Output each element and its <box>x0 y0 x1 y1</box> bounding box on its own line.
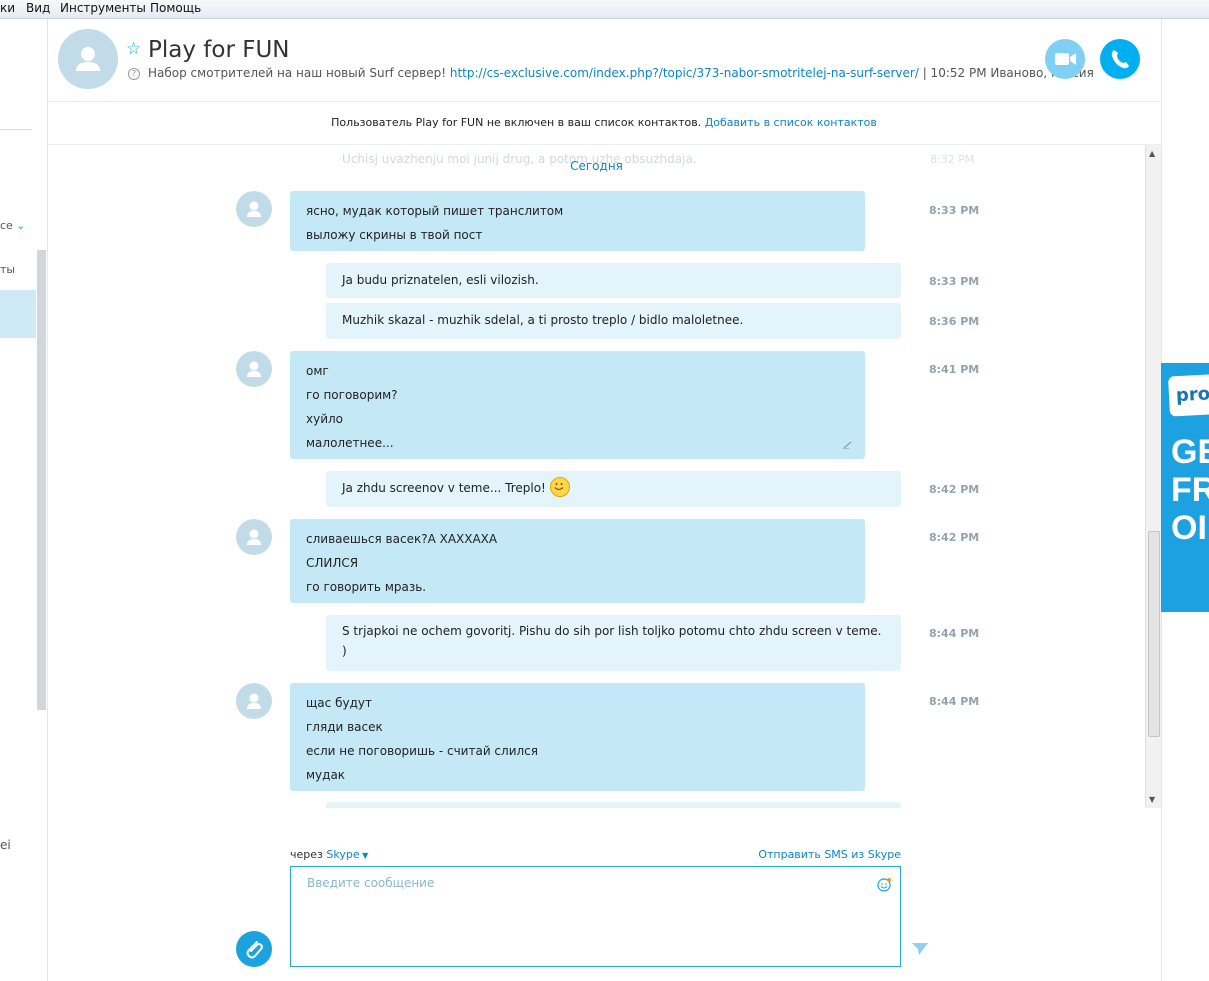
notice-text: Пользователь Play for FUN не включен в в… <box>331 116 702 129</box>
chat-scrollbar[interactable]: ▲ ▼ <box>1145 145 1161 808</box>
caret-down-icon[interactable]: ▼ <box>360 851 368 860</box>
video-camera-icon <box>1055 53 1076 65</box>
person-icon <box>247 201 261 217</box>
menu-bar: ки Вид Инструменты Помощь <box>0 0 1209 19</box>
sidebar-contact-label[interactable]: ei <box>0 838 11 852</box>
sender-avatar[interactable] <box>236 683 272 719</box>
favorite-star-icon[interactable]: ☆ <box>126 39 141 59</box>
mood-text: Набор смотрителей на наш новый Surf серв… <box>148 66 447 80</box>
message-bubble-incoming[interactable]: ясно, мудак который пишет транслитом выл… <box>290 191 865 251</box>
video-call-button[interactable] <box>1045 39 1085 79</box>
conversation-header: ☆ Play for FUN ? Набор смотрителей на наш… <box>48 19 1160 102</box>
message-time: 8:42 PM <box>929 531 980 544</box>
person-icon <box>247 693 261 709</box>
advertisement-banner[interactable]: pro GE FR OI <box>1161 363 1209 612</box>
edited-pencil-icon <box>843 441 852 449</box>
scroll-down-arrow-icon[interactable]: ▼ <box>1149 795 1155 804</box>
sender-avatar[interactable] <box>236 191 272 227</box>
person-icon <box>247 529 261 545</box>
chat-history: Uchisj uvazhenju moi junij drug, a potom… <box>48 145 1145 808</box>
send-message-icon[interactable] <box>911 941 929 957</box>
send-via-selector[interactable]: через Skype ▼ <box>290 848 368 861</box>
message-line: S trjapkoi ne ochem govoritj. Pishu do s… <box>342 624 882 658</box>
message-time: 8:33 PM <box>929 275 980 288</box>
person-icon <box>76 47 100 71</box>
message-line: Ja budu priznatelen, esli vilozish. <box>342 273 539 287</box>
message-time: 8:33 PM <box>929 204 980 217</box>
message-line: Ja zhdu screenov v teme... Treplo! <box>342 481 546 495</box>
via-prefix: через <box>290 848 323 861</box>
sidebar-tab-label[interactable]: ты <box>0 263 15 276</box>
mood-link[interactable]: http://cs-exclusive.com/index.php?/topic… <box>450 66 919 80</box>
message-line: выложу скрины в твой пост <box>306 228 483 242</box>
smiley-face-icon <box>554 483 564 490</box>
message-time: 8:42 PM <box>929 483 980 496</box>
phone-icon <box>1111 50 1129 69</box>
message-line: гляди васек <box>306 720 383 734</box>
person-icon <box>247 361 261 377</box>
message-line: малолетнее... <box>306 436 394 450</box>
message-line: го поговорим? <box>306 388 398 402</box>
scroll-up-arrow-icon[interactable]: ▲ <box>1149 149 1155 158</box>
message-time: 8:44 PM <box>929 695 980 708</box>
mood-message: ? Набор смотрителей на наш новый Surf сер… <box>128 66 1094 80</box>
sidebar-scrollbar[interactable] <box>37 250 46 710</box>
contact-name[interactable]: Play for FUN <box>148 37 289 63</box>
message-time: 8:44 PM <box>929 627 980 640</box>
menu-item-contacts[interactable]: ки <box>0 1 15 15</box>
message-bubble-incoming[interactable]: сливаешься васек?А ХАХХАХА СЛИЛСЯ го гов… <box>290 519 865 603</box>
message-line: омг <box>306 364 329 378</box>
sender-avatar[interactable] <box>236 519 272 555</box>
message-bubble-outgoing[interactable]: Ja zhdu screenov v teme... Treplo! <box>326 471 901 507</box>
message-bubble-outgoing-partial[interactable] <box>326 802 901 808</box>
message-line: если не поговоришь - считай слился <box>306 744 538 758</box>
menu-item-help[interactable]: Помощь <box>150 1 201 15</box>
message-bubble-incoming[interactable]: омг го поговорим? хуйло малолетнее... <box>290 351 865 459</box>
ad-logo: pro <box>1167 373 1209 417</box>
audio-call-button[interactable] <box>1100 39 1140 79</box>
message-line: хуйло <box>306 412 344 426</box>
add-to-contacts-link[interactable]: Добавить в список контактов <box>705 116 877 129</box>
message-line: Muzhik skazal - muzhik sdelal, a ti pros… <box>342 313 744 327</box>
contact-avatar[interactable] <box>58 29 118 89</box>
message-line: ясно, мудак который пишет транслитом <box>306 204 564 218</box>
message-bubble-incoming[interactable]: щас будут гляди васек если не поговоришь… <box>290 683 865 791</box>
menu-item-view[interactable]: Вид <box>26 1 50 15</box>
message-line: сливаешься васек?А ХАХХАХА <box>306 532 498 546</box>
ad-headline: GE FR OI <box>1171 433 1209 547</box>
message-bubble-outgoing[interactable]: Muzhik skazal - muzhik sdelal, a ti pros… <box>326 303 901 339</box>
message-composer[interactable] <box>290 866 901 967</box>
message-line-wrapper: Ja zhdu screenov v teme... Treplo! <box>342 476 885 500</box>
menu-item-tools[interactable]: Инструменты <box>60 1 146 15</box>
date-separator: Сегодня <box>570 159 623 173</box>
message-bubble-outgoing[interactable]: Ja budu priznatelen, esli vilozish. <box>326 263 901 298</box>
emoticon-picker-icon[interactable] <box>877 878 891 892</box>
sidebar: се ⌄ ты ei <box>0 19 48 981</box>
message-line: СЛИЛСЯ <box>306 556 359 570</box>
message-input[interactable] <box>305 875 849 891</box>
sidebar-divider <box>0 129 32 130</box>
paperclip-icon <box>246 941 263 959</box>
scrollbar-thumb[interactable] <box>1148 531 1160 737</box>
message-line: го говорить мразь. <box>306 580 427 594</box>
message-time: 8:41 PM <box>929 363 980 376</box>
message-line: щас будут <box>306 696 372 710</box>
smiley-emoticon-icon <box>549 477 570 497</box>
message-line: мудак <box>306 768 346 782</box>
message-time: 8:36 PM <box>929 315 980 328</box>
help-icon: ? <box>128 68 140 80</box>
sender-avatar[interactable] <box>236 351 272 387</box>
via-service-dropdown[interactable]: Skype <box>326 848 359 861</box>
not-in-contacts-notice: Пользователь Play for FUN не включен в в… <box>48 102 1160 145</box>
attach-file-button[interactable] <box>236 931 272 967</box>
sidebar-selected-item[interactable] <box>0 290 36 338</box>
sidebar-filter-label[interactable]: се <box>0 219 13 232</box>
send-sms-link[interactable]: Отправить SMS из Skype <box>740 848 901 861</box>
chevron-down-icon[interactable]: ⌄ <box>16 219 25 232</box>
message-bubble-outgoing[interactable]: S trjapkoi ne ochem govoritj. Pishu do s… <box>326 615 901 671</box>
